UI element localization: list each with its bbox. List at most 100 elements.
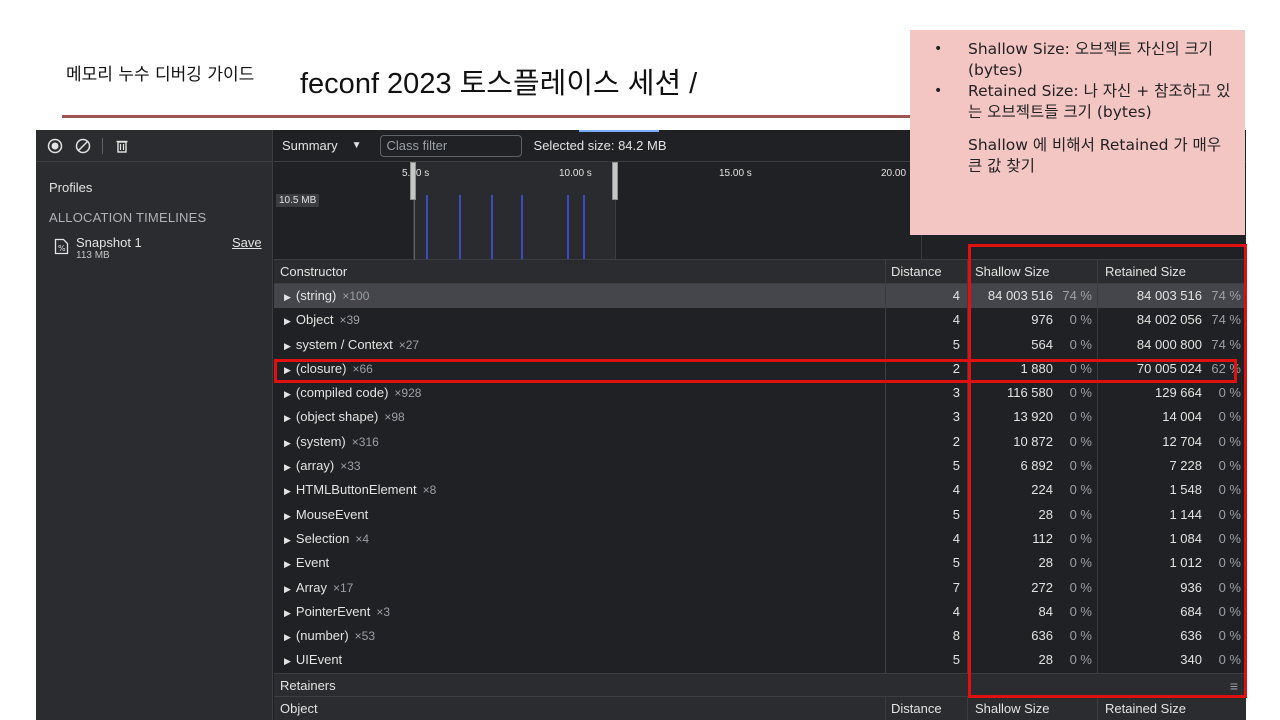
header-distance[interactable]: Distance	[886, 697, 968, 720]
expand-triangle-icon[interactable]: ▶	[284, 559, 291, 569]
clear-icon[interactable]	[74, 137, 92, 155]
table-row[interactable]: ▶ (array) ×33 5 6 892 0 % 7 228 0 %	[274, 454, 1246, 479]
table-row[interactable]: ▶ MouseEvent 5 28 0 % 1 144 0 %	[274, 502, 1246, 527]
row-name: MouseEvent	[295, 506, 369, 522]
header-distance[interactable]: Distance	[886, 260, 968, 283]
table-row[interactable]: ▶ Event 5 28 0 % 1 012 0 %	[274, 551, 1246, 576]
table-row[interactable]: ▶ (compiled code) ×928 3 116 580 0 % 129 664 0 …	[274, 381, 1246, 406]
table-row[interactable]: ▶ (system) ×316 2 10 872 0 % 12 704 0 %	[274, 429, 1246, 455]
table-row[interactable]: ▶ Array ×17 7 272 0 % 936 0 %	[274, 575, 1246, 600]
table-row[interactable]: ▶ (number) ×53 8 636 0 % 636 0 %	[274, 624, 1246, 649]
row-constructor: ▶ PointerEvent ×3	[274, 599, 886, 625]
expand-triangle-icon[interactable]: ▶	[284, 389, 291, 399]
table-row[interactable]: ▶ Selection ×4 4 112 0 % 1 084 0 %	[274, 526, 1246, 552]
row-retained-value: 7 228	[1169, 458, 1202, 474]
row-shallow: 28 0 %	[968, 551, 1098, 576]
row-count: ×17	[332, 580, 354, 595]
row-shallow: 636 0 %	[968, 624, 1098, 649]
timeline-right-handle[interactable]	[612, 162, 618, 200]
row-shallow-percent: 0 %	[1069, 603, 1092, 619]
expand-triangle-icon[interactable]: ▶	[284, 341, 291, 351]
row-shallow: 224 0 %	[968, 478, 1098, 503]
snapshot-item[interactable]: % Snapshot 1 113 MB Save	[54, 235, 272, 265]
header-object[interactable]: Object	[274, 697, 886, 720]
row-name: (number)	[295, 628, 349, 644]
class-filter-input[interactable]	[379, 134, 522, 157]
row-shallow: 6 892 0 %	[968, 454, 1098, 479]
expand-triangle-icon[interactable]: ▶	[284, 462, 291, 472]
row-shallow: 28 0 %	[968, 502, 1098, 527]
row-name: (object shape)	[295, 409, 379, 425]
row-count: ×8	[422, 483, 437, 498]
table-row[interactable]: ▶ (string) ×100 4 84 003 516 74 % 84 003 516 74…	[274, 284, 1246, 309]
row-shallow-percent: 0 %	[1069, 579, 1092, 595]
table-row[interactable]: ▶ Object ×39 4 976 0 % 84 002 056 74 %	[274, 308, 1246, 333]
row-count: ×100	[342, 289, 370, 303]
row-shallow-value: 116 580	[1006, 385, 1053, 401]
row-shallow-percent: 0 %	[1069, 482, 1092, 498]
row-retained-value: 636	[1180, 628, 1202, 644]
row-retained: 1 012 0 %	[1098, 551, 1246, 575]
row-distance: 4	[886, 308, 968, 333]
trash-icon[interactable]	[113, 137, 131, 155]
header-retained-size[interactable]: Retained Size	[1098, 260, 1246, 283]
expand-triangle-icon[interactable]: ▶	[284, 413, 291, 423]
row-distance: 5	[886, 648, 968, 673]
timeline-allocation-bar	[583, 195, 585, 259]
expand-triangle-icon[interactable]: ▶	[284, 292, 291, 302]
expand-triangle-icon[interactable]: ▶	[284, 316, 291, 326]
expand-triangle-icon[interactable]: ▶	[284, 438, 291, 448]
row-retained-value: 1 084	[1169, 530, 1202, 546]
record-icon[interactable]	[46, 137, 64, 155]
view-select[interactable]: Summary ▼	[282, 138, 362, 153]
expand-triangle-icon[interactable]: ▶	[284, 365, 291, 375]
profiles-sidebar: Profiles ALLOCATION TIMELINES % Snapshot…	[36, 130, 273, 720]
row-shallow-percent: 0 %	[1069, 530, 1092, 546]
menu-icon[interactable]: ≡	[1230, 674, 1238, 698]
table-row[interactable]: ▶ HTMLButtonElement ×8 4 224 0 % 1 548 0 %	[274, 478, 1246, 503]
table-row[interactable]: ▶ (object shape) ×98 3 13 920 0 % 14 004 0 %	[274, 405, 1246, 430]
header-shallow-size[interactable]: Shallow Size	[968, 260, 1098, 283]
expand-triangle-icon[interactable]: ▶	[284, 511, 291, 521]
row-constructor: ▶ (object shape) ×98	[274, 405, 886, 430]
expand-triangle-icon[interactable]: ▶	[284, 656, 291, 666]
table-row[interactable]: ▶ PointerEvent ×3 4 84 0 % 684 0 %	[274, 599, 1246, 625]
view-select-label: Summary	[282, 138, 338, 153]
row-shallow-percent: 0 %	[1069, 336, 1092, 352]
table-row[interactable]: ▶ UIEvent 5 28 0 % 340 0 %	[274, 648, 1246, 673]
row-distance: 3	[886, 381, 968, 406]
row-distance: 4	[886, 284, 968, 309]
header-shallow-size[interactable]: Shallow Size	[968, 697, 1098, 720]
expand-triangle-icon[interactable]: ▶	[284, 608, 291, 618]
row-shallow-value: 13 920	[1013, 409, 1053, 425]
row-retained-percent: 0 %	[1218, 385, 1241, 401]
timeline-allocation-bar	[567, 195, 569, 259]
row-distance: 4	[886, 599, 968, 625]
row-shallow-value: 112	[1032, 530, 1053, 546]
header-constructor[interactable]: Constructor	[274, 260, 886, 283]
expand-triangle-icon[interactable]: ▶	[284, 632, 291, 642]
row-distance: 5	[886, 551, 968, 576]
table-row[interactable]: ▶ system / Context ×27 5 564 0 % 84 000 800 74 …	[274, 332, 1246, 357]
snapshot-save-link[interactable]: Save	[232, 235, 262, 250]
note-extra: Shallow 에 비해서 Retained 가 매우 큰 값 찾기	[968, 136, 1222, 175]
row-shallow-value: 10 872	[1013, 433, 1053, 449]
row-distance: 2	[886, 429, 968, 455]
row-shallow-percent: 0 %	[1069, 360, 1092, 376]
snapshot-file-icon: %	[54, 238, 69, 258]
table-row[interactable]: ▶ (closure) ×66 2 1 880 0 % 70 005 024 62 %	[274, 356, 1246, 382]
header-retained-size[interactable]: Retained Size	[1098, 697, 1246, 720]
expand-triangle-icon[interactable]: ▶	[284, 486, 291, 496]
row-retained: 684 0 %	[1098, 600, 1246, 624]
toolbar-separator	[102, 137, 103, 154]
row-name: Array	[295, 579, 327, 595]
expand-triangle-icon[interactable]: ▶	[284, 584, 291, 594]
timeline-allocation-bar	[521, 195, 523, 259]
row-distance: 4	[886, 526, 968, 552]
timeline-left-handle[interactable]	[410, 162, 416, 200]
row-count: ×316	[351, 434, 379, 449]
row-shallow: 564 0 %	[968, 332, 1098, 357]
expand-triangle-icon[interactable]: ▶	[284, 535, 291, 545]
row-shallow-percent: 0 %	[1069, 409, 1092, 425]
row-shallow-value: 272	[1031, 579, 1053, 595]
